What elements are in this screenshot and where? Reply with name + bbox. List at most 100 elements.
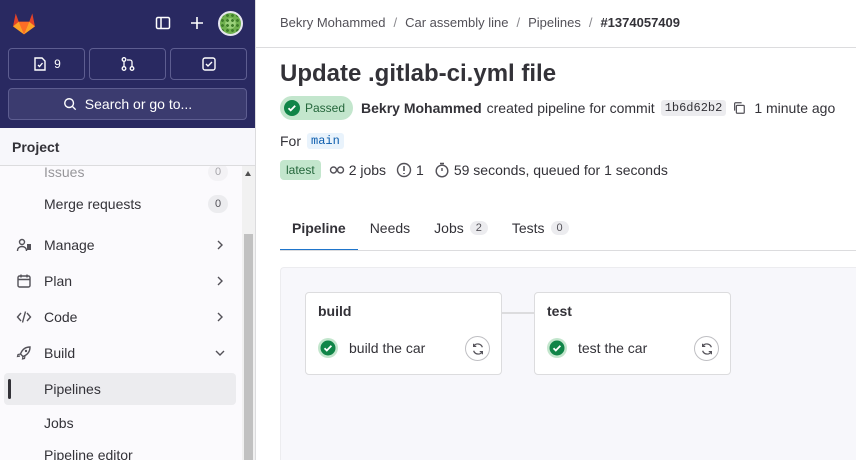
header-divider: [256, 47, 856, 48]
sidebar-item-jobs[interactable]: Jobs: [4, 407, 236, 439]
pipeline-jobs-icon: [329, 166, 344, 174]
chevron-right-icon: [217, 312, 223, 322]
sidebar-item-build[interactable]: Build: [4, 337, 236, 369]
sidebar: 9 Search or go to... Project Issues 0 Me…: [0, 0, 256, 460]
commit-sha-link[interactable]: 1b6d62b2: [660, 100, 727, 116]
sidebar-toggle-icon[interactable]: [152, 12, 174, 34]
sidebar-header: 9 Search or go to...: [0, 0, 255, 128]
merge-request-icon: [121, 57, 134, 71]
sidebar-section-title: Project: [0, 128, 255, 166]
sidebar-item-label: Merge requests: [44, 196, 142, 212]
todo-icon: [201, 57, 216, 71]
retry-icon: [472, 342, 483, 355]
issues-icon: [34, 57, 46, 71]
job-item[interactable]: build the car: [317, 337, 425, 359]
pipeline-stats: latest 2 jobs 1 59 seconds, queued for 1…: [280, 160, 678, 180]
breadcrumb: Bekry Mohammed / Car assembly line / Pip…: [280, 15, 680, 30]
job-name: test the car: [578, 340, 648, 356]
timer-icon: [435, 162, 449, 178]
gitlab-logo-icon[interactable]: [10, 9, 38, 37]
success-check-icon: [547, 338, 567, 358]
breadcrumb-item-user[interactable]: Bekry Mohammed: [280, 15, 385, 30]
stage-column-build: build build the car: [305, 292, 502, 375]
issues-counter-button[interactable]: 9: [8, 48, 85, 80]
avatar[interactable]: [218, 11, 243, 36]
branch-row: For main: [280, 133, 344, 149]
main-content: Bekry Mohammed / Car assembly line / Pip…: [256, 0, 856, 460]
sidebar-item-issues[interactable]: Issues 0: [4, 166, 236, 188]
status-badge[interactable]: Passed: [280, 96, 354, 120]
issues-count: 9: [54, 57, 61, 71]
sidebar-item-label: Manage: [44, 237, 95, 253]
sidebar-item-manage[interactable]: Manage: [4, 229, 236, 261]
for-label: For: [280, 133, 301, 149]
jobs-count: 2 jobs: [348, 162, 387, 178]
breadcrumb-item-current[interactable]: #1374057409: [600, 15, 680, 30]
tab-label: Tests: [511, 220, 545, 236]
stages-count: 1: [416, 162, 424, 178]
stages-icon: [396, 162, 412, 178]
tab-label: Pipeline: [292, 220, 346, 236]
tabs-divider: [280, 250, 856, 251]
job-item[interactable]: test the car: [546, 337, 647, 359]
manage-icon: [16, 237, 32, 253]
sidebar-item-label: Code: [44, 309, 78, 325]
stage-connector: [501, 312, 534, 314]
duration-text: 59 seconds, queued for 1 seconds: [453, 162, 668, 178]
retry-button[interactable]: [465, 336, 490, 361]
pipeline-graph: build build the car test test the car: [280, 267, 856, 460]
sidebar-item-code[interactable]: Code: [4, 301, 236, 333]
code-icon: [16, 309, 32, 325]
pipeline-summary: Passed Bekry Mohammed created pipeline f…: [280, 96, 835, 120]
sidebar-item-merge-requests[interactable]: Merge requests 0: [4, 188, 236, 220]
tab-count: 2: [469, 221, 488, 235]
sidebar-item-label: Pipeline editor: [44, 447, 133, 460]
tab-tests[interactable]: Tests 0: [500, 206, 581, 250]
sidebar-item-plan[interactable]: Plan: [4, 265, 236, 297]
plan-icon: [16, 273, 32, 289]
breadcrumb-separator: /: [516, 15, 521, 30]
breadcrumb-item-pipelines[interactable]: Pipelines: [528, 15, 581, 30]
sidebar-item-badge: 0: [208, 166, 228, 181]
retry-button[interactable]: [694, 336, 719, 361]
tab-pipeline[interactable]: Pipeline: [280, 206, 358, 251]
tab-jobs[interactable]: Jobs 2: [422, 206, 500, 250]
copy-icon[interactable]: [732, 101, 746, 115]
duration-item: 59 seconds, queued for 1 seconds: [434, 162, 668, 178]
breadcrumb-separator: /: [588, 15, 593, 30]
action-text: created pipeline for commit: [486, 100, 655, 116]
success-check-icon: [318, 338, 338, 358]
scrollbar-thumb[interactable]: [244, 234, 253, 460]
branch-link[interactable]: main: [307, 133, 344, 149]
stage-column-test: test test the car: [534, 292, 731, 375]
todos-counter-button[interactable]: [170, 48, 247, 80]
sidebar-scrollbar[interactable]: [242, 166, 255, 460]
sidebar-item-pipelines[interactable]: Pipelines: [4, 373, 236, 405]
chevron-right-icon: [217, 276, 223, 286]
pipeline-tabs: Pipeline Needs Jobs 2 Tests 0: [280, 206, 581, 251]
merge-requests-counter-button[interactable]: [89, 48, 166, 80]
chevron-down-icon: [215, 350, 225, 356]
stage-name: test: [547, 303, 572, 319]
breadcrumb-separator: /: [393, 15, 398, 30]
author-link[interactable]: Bekry Mohammed: [361, 100, 482, 116]
scroll-up-arrow-icon[interactable]: [245, 171, 251, 176]
sidebar-item-pipeline-editor[interactable]: Pipeline editor: [4, 439, 236, 460]
tab-needs[interactable]: Needs: [358, 206, 422, 250]
tab-count: 0: [550, 221, 569, 235]
sidebar-item-label: Issues: [44, 166, 85, 180]
sidebar-item-label: Pipelines: [44, 381, 101, 397]
time-ago: 1 minute ago: [754, 100, 836, 116]
page-title: Update .gitlab-ci.yml file: [280, 60, 557, 87]
stages-count-item: 1: [396, 162, 424, 178]
tab-label: Jobs: [434, 220, 464, 236]
rocket-icon: [16, 345, 32, 361]
search-button[interactable]: Search or go to...: [8, 88, 247, 120]
search-icon: [63, 98, 76, 111]
sidebar-item-label: Jobs: [44, 415, 74, 431]
plus-icon[interactable]: [186, 12, 208, 34]
latest-badge: latest: [280, 160, 321, 180]
jobs-count-item: 2 jobs: [329, 162, 386, 178]
breadcrumb-item-project[interactable]: Car assembly line: [405, 15, 508, 30]
stage-name: build: [318, 303, 352, 319]
